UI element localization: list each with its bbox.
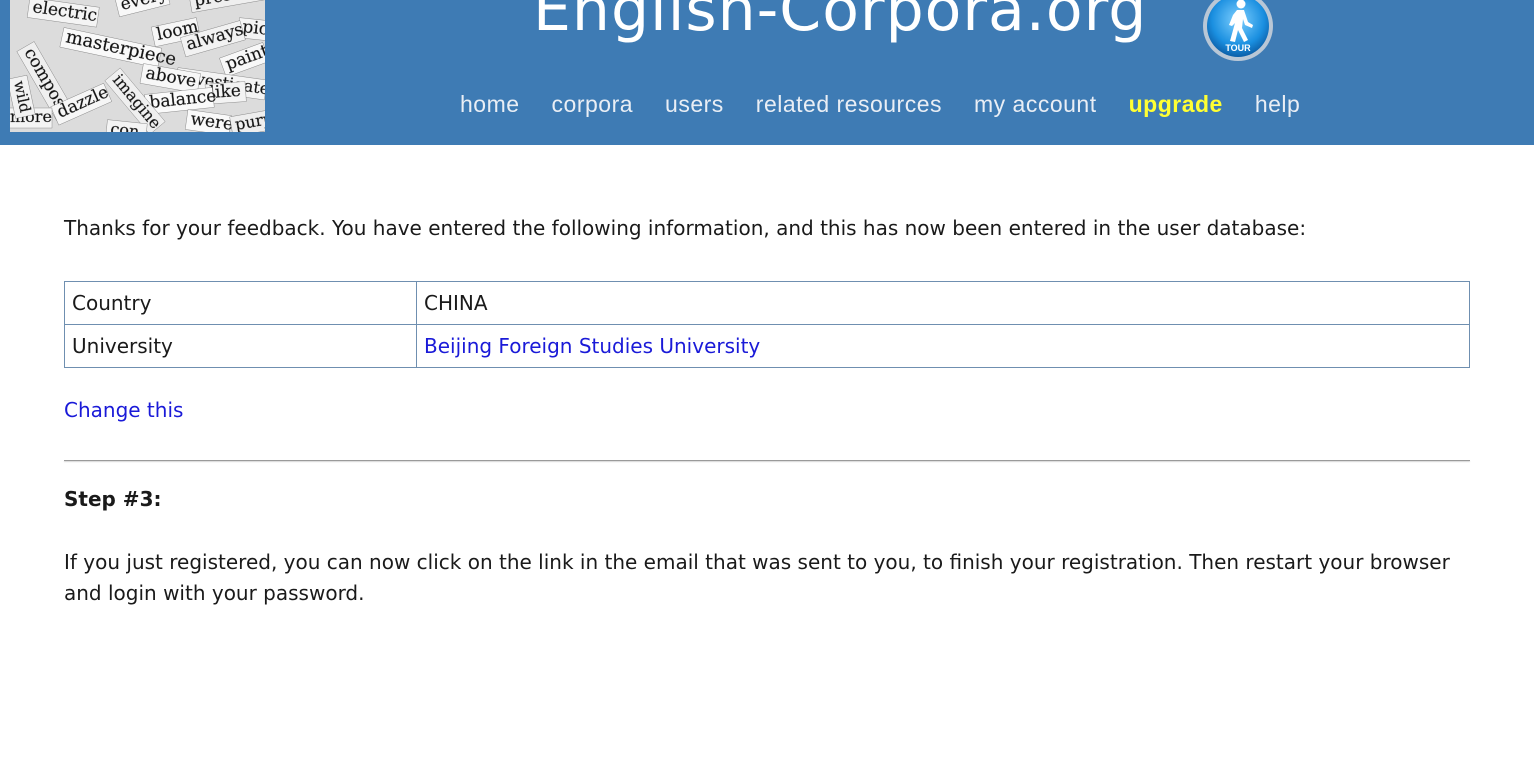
change-this-link[interactable]: Change this [64, 398, 183, 422]
table-row: University Beijing Foreign Studies Unive… [64, 324, 1470, 368]
step-instructions: If you just registered, you can now clic… [64, 550, 1450, 605]
feedback-intro: Thanks for your feedback. You have enter… [64, 216, 1307, 240]
walking-person-icon: TOUR [1203, 0, 1273, 61]
tour-label: TOUR [1225, 43, 1251, 53]
site-header: electric every pressio pic loom masterpi… [0, 0, 1534, 145]
university-link[interactable]: Beijing Foreign Studies University [424, 334, 760, 358]
logo-word: con [110, 119, 141, 132]
nav-users[interactable]: users [665, 91, 724, 118]
main-nav: home corpora users related resources my … [460, 91, 1300, 118]
divider [64, 460, 1470, 461]
university-cell: Beijing Foreign Studies University [416, 324, 1470, 368]
nav-my-account[interactable]: my account [974, 91, 1097, 118]
nav-related-resources[interactable]: related resources [756, 91, 942, 118]
nav-corpora[interactable]: corpora [552, 91, 633, 118]
logo-image[interactable]: electric every pressio pic loom masterpi… [10, 0, 265, 132]
tour-button[interactable]: TOUR [1202, 0, 1274, 62]
step-heading: Step #3: [64, 487, 162, 511]
nav-home[interactable]: home [460, 91, 520, 118]
country-label: Country [64, 281, 417, 325]
site-title[interactable]: English-Corpora.org [533, 0, 1147, 46]
user-info-table: Country CHINA University Beijing Foreign… [64, 281, 1470, 368]
university-label: University [64, 324, 417, 368]
nav-upgrade[interactable]: upgrade [1129, 91, 1223, 118]
table-row: Country CHINA [64, 281, 1470, 325]
nav-help[interactable]: help [1255, 91, 1300, 118]
country-value: CHINA [416, 281, 1470, 325]
main-content: Thanks for your feedback. You have enter… [64, 145, 1470, 609]
